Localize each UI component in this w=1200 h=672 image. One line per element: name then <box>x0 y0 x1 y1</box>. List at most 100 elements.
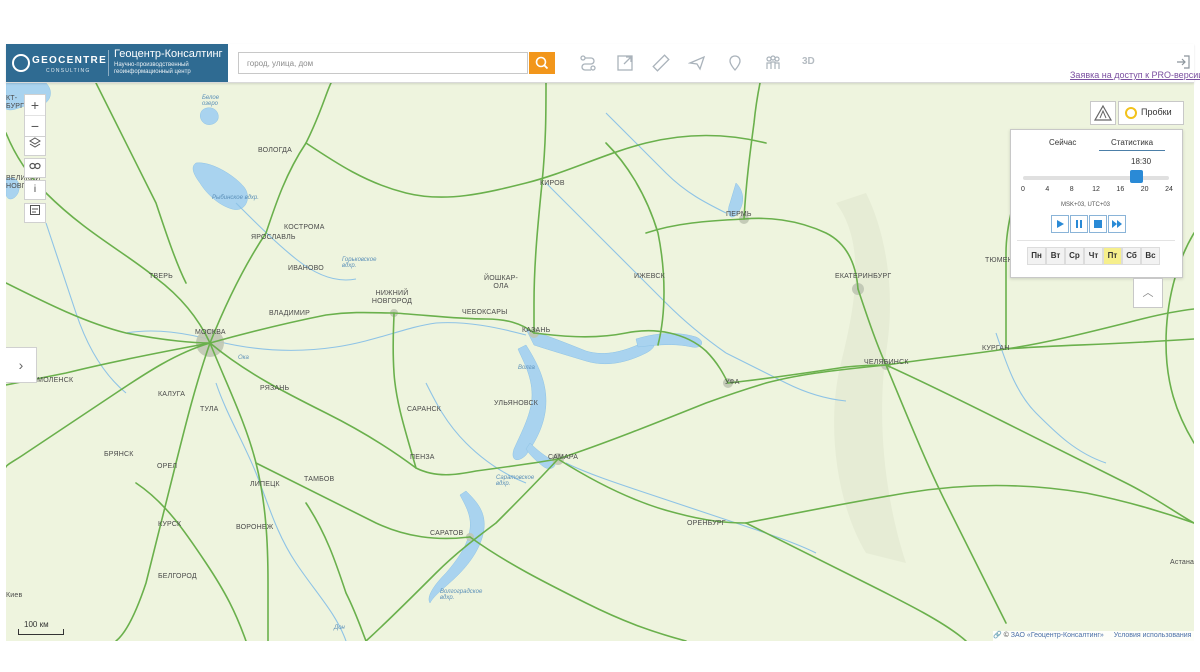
water-label: Саратовское вдхр. <box>496 475 535 487</box>
traffic-button[interactable]: Пробки <box>1118 101 1184 125</box>
ruler-icon[interactable] <box>652 54 670 72</box>
city-label: САРАНСК <box>407 406 442 413</box>
water-label: Дон <box>334 625 345 631</box>
city-label: ИВАНОВО <box>288 265 324 272</box>
binoculars-icon <box>29 162 41 170</box>
chevron-up-icon: ︿ <box>1142 287 1154 299</box>
city-label: КАЛУГА <box>158 391 186 398</box>
pause-icon <box>1076 220 1082 228</box>
hour-tick-label: 16 <box>1116 186 1125 193</box>
info-button[interactable]: i <box>24 180 46 200</box>
weekday-button[interactable]: Пн <box>1027 247 1046 265</box>
city-label: РЯЗАНЬ <box>260 385 290 392</box>
scale-line <box>18 629 64 635</box>
info-icon: i <box>33 184 37 195</box>
city-label: Киев <box>6 592 23 599</box>
weekday-button[interactable]: Ср <box>1065 247 1084 265</box>
route-icon[interactable] <box>579 54 597 72</box>
stop-icon <box>1094 220 1102 228</box>
3d-mode-button[interactable]: 3D <box>802 56 815 67</box>
logo-wordmark: GEOCENTRE <box>32 55 108 66</box>
city-label: САРАТОВ <box>430 530 464 537</box>
weekday-button[interactable]: Пт <box>1103 247 1122 265</box>
zoom-control: + − <box>24 94 46 137</box>
top-bar: GEOCENTRE CONSULTING Геоцентр-Консалтинг… <box>6 44 1194 83</box>
city-label: КАЗАНЬ <box>522 327 551 334</box>
collapse-panel-button[interactable]: ︿ <box>1133 278 1163 308</box>
hour-slider-handle[interactable] <box>1129 170 1143 183</box>
send-icon[interactable] <box>688 54 706 72</box>
weekday-button[interactable]: Сб <box>1122 247 1141 265</box>
login-icon[interactable] <box>1175 54 1191 70</box>
city-label: ЕКАТЕРИНБУРГ <box>835 273 892 280</box>
city-label: КИРОВ <box>540 180 565 187</box>
sidebar-expand-button[interactable]: › <box>6 347 37 383</box>
pause-button[interactable] <box>1070 215 1088 233</box>
city-label: ТВЕРЬ <box>149 273 173 280</box>
play-button[interactable] <box>1051 215 1069 233</box>
chevron-right-icon: › <box>18 357 24 373</box>
legend-button[interactable] <box>24 203 46 223</box>
copyright-icon: © <box>1003 632 1009 639</box>
layers-icon <box>29 137 41 148</box>
hour-tick-label: 24 <box>1165 186 1173 193</box>
road-warning-icon <box>1093 104 1113 121</box>
city-label: БРЯНСК <box>104 451 134 458</box>
tab-statistics[interactable]: Статистика <box>1111 138 1153 147</box>
scale-bar: 100 км <box>18 620 64 635</box>
map-pin-icon[interactable] <box>726 54 744 72</box>
traffic-indicator-icon <box>1125 107 1137 119</box>
city-label: СМОЛЕНСК <box>32 377 74 384</box>
city-label: ЛИПЕЦК <box>250 481 280 488</box>
city-label: ВОРОНЕЖ <box>236 524 274 531</box>
city-label: КУРГАН <box>982 345 1010 352</box>
terms-link[interactable]: Условия использования <box>1114 632 1192 639</box>
city-label: ПЕРМЬ <box>726 211 752 218</box>
city-label: Астана <box>1170 559 1194 566</box>
people-icon[interactable] <box>764 54 782 72</box>
water-label: Волгоградское вдхр. <box>440 589 483 601</box>
city-label: ОРЕНБУРГ <box>687 520 726 527</box>
city-label: ТАМБОВ <box>304 476 335 483</box>
water-label: Ока <box>238 355 249 361</box>
search-button[interactable] <box>529 52 555 74</box>
hour-tick-label: 8 <box>1069 186 1074 193</box>
external-link-icon[interactable] <box>616 54 634 72</box>
stop-button[interactable] <box>1089 215 1107 233</box>
pro-access-link[interactable]: Заявка на доступ к PRO-версии <box>1070 70 1200 80</box>
city-label: УЛЬЯНОВСК <box>494 400 539 407</box>
weekday-button[interactable]: Вс <box>1141 247 1160 265</box>
fast-forward-icon <box>1112 220 1122 228</box>
layers-button[interactable] <box>24 136 46 156</box>
city-label: ВОЛОГДА <box>258 147 292 154</box>
weekday-button[interactable]: Вт <box>1046 247 1065 265</box>
city-label: ЧЕЛЯБИНСК <box>864 359 909 366</box>
zoom-out-button[interactable]: − <box>25 115 45 136</box>
play-icon <box>1057 220 1064 228</box>
city-label: ЙОШКАР-ОЛА <box>483 275 519 290</box>
zoom-in-button[interactable]: + <box>25 95 45 115</box>
traffic-layer-toggle[interactable] <box>1090 101 1116 125</box>
water-label: Волга <box>518 365 535 371</box>
tab-now[interactable]: Сейчас <box>1049 138 1076 147</box>
binoculars-button[interactable] <box>24 158 46 178</box>
weekday-button[interactable]: Чт <box>1084 247 1103 265</box>
city-label: ЧЕБОКСАРЫ <box>462 309 508 316</box>
brand-divider <box>108 50 109 76</box>
city-label: УФА <box>725 379 740 386</box>
city-label: КУРСК <box>158 521 182 528</box>
traffic-button-label: Пробки <box>1141 107 1172 117</box>
city-label: ЯРОСЛАВЛЬ <box>251 234 296 241</box>
timezone-label: MSK+03, UTC+03 <box>1061 202 1111 208</box>
scale-label: 100 км <box>24 620 49 629</box>
fast-forward-button[interactable] <box>1108 215 1126 233</box>
search-input[interactable] <box>238 52 528 74</box>
water-label: Рыбинское вдхр. <box>212 195 259 201</box>
city-label: МОСКВА <box>195 329 226 336</box>
hour-slider-track[interactable] <box>1023 176 1169 180</box>
city-label: ИЖЕВСК <box>634 273 665 280</box>
brand-logo[interactable]: GEOCENTRE CONSULTING Геоцентр-Консалтинг… <box>6 44 228 82</box>
attribution-link[interactable]: ЗАО «Геоцентр-Консалтинг» <box>1011 632 1104 639</box>
link-icon[interactable]: 🔗 <box>993 632 1002 639</box>
city-label: ТУЛА <box>200 406 219 413</box>
